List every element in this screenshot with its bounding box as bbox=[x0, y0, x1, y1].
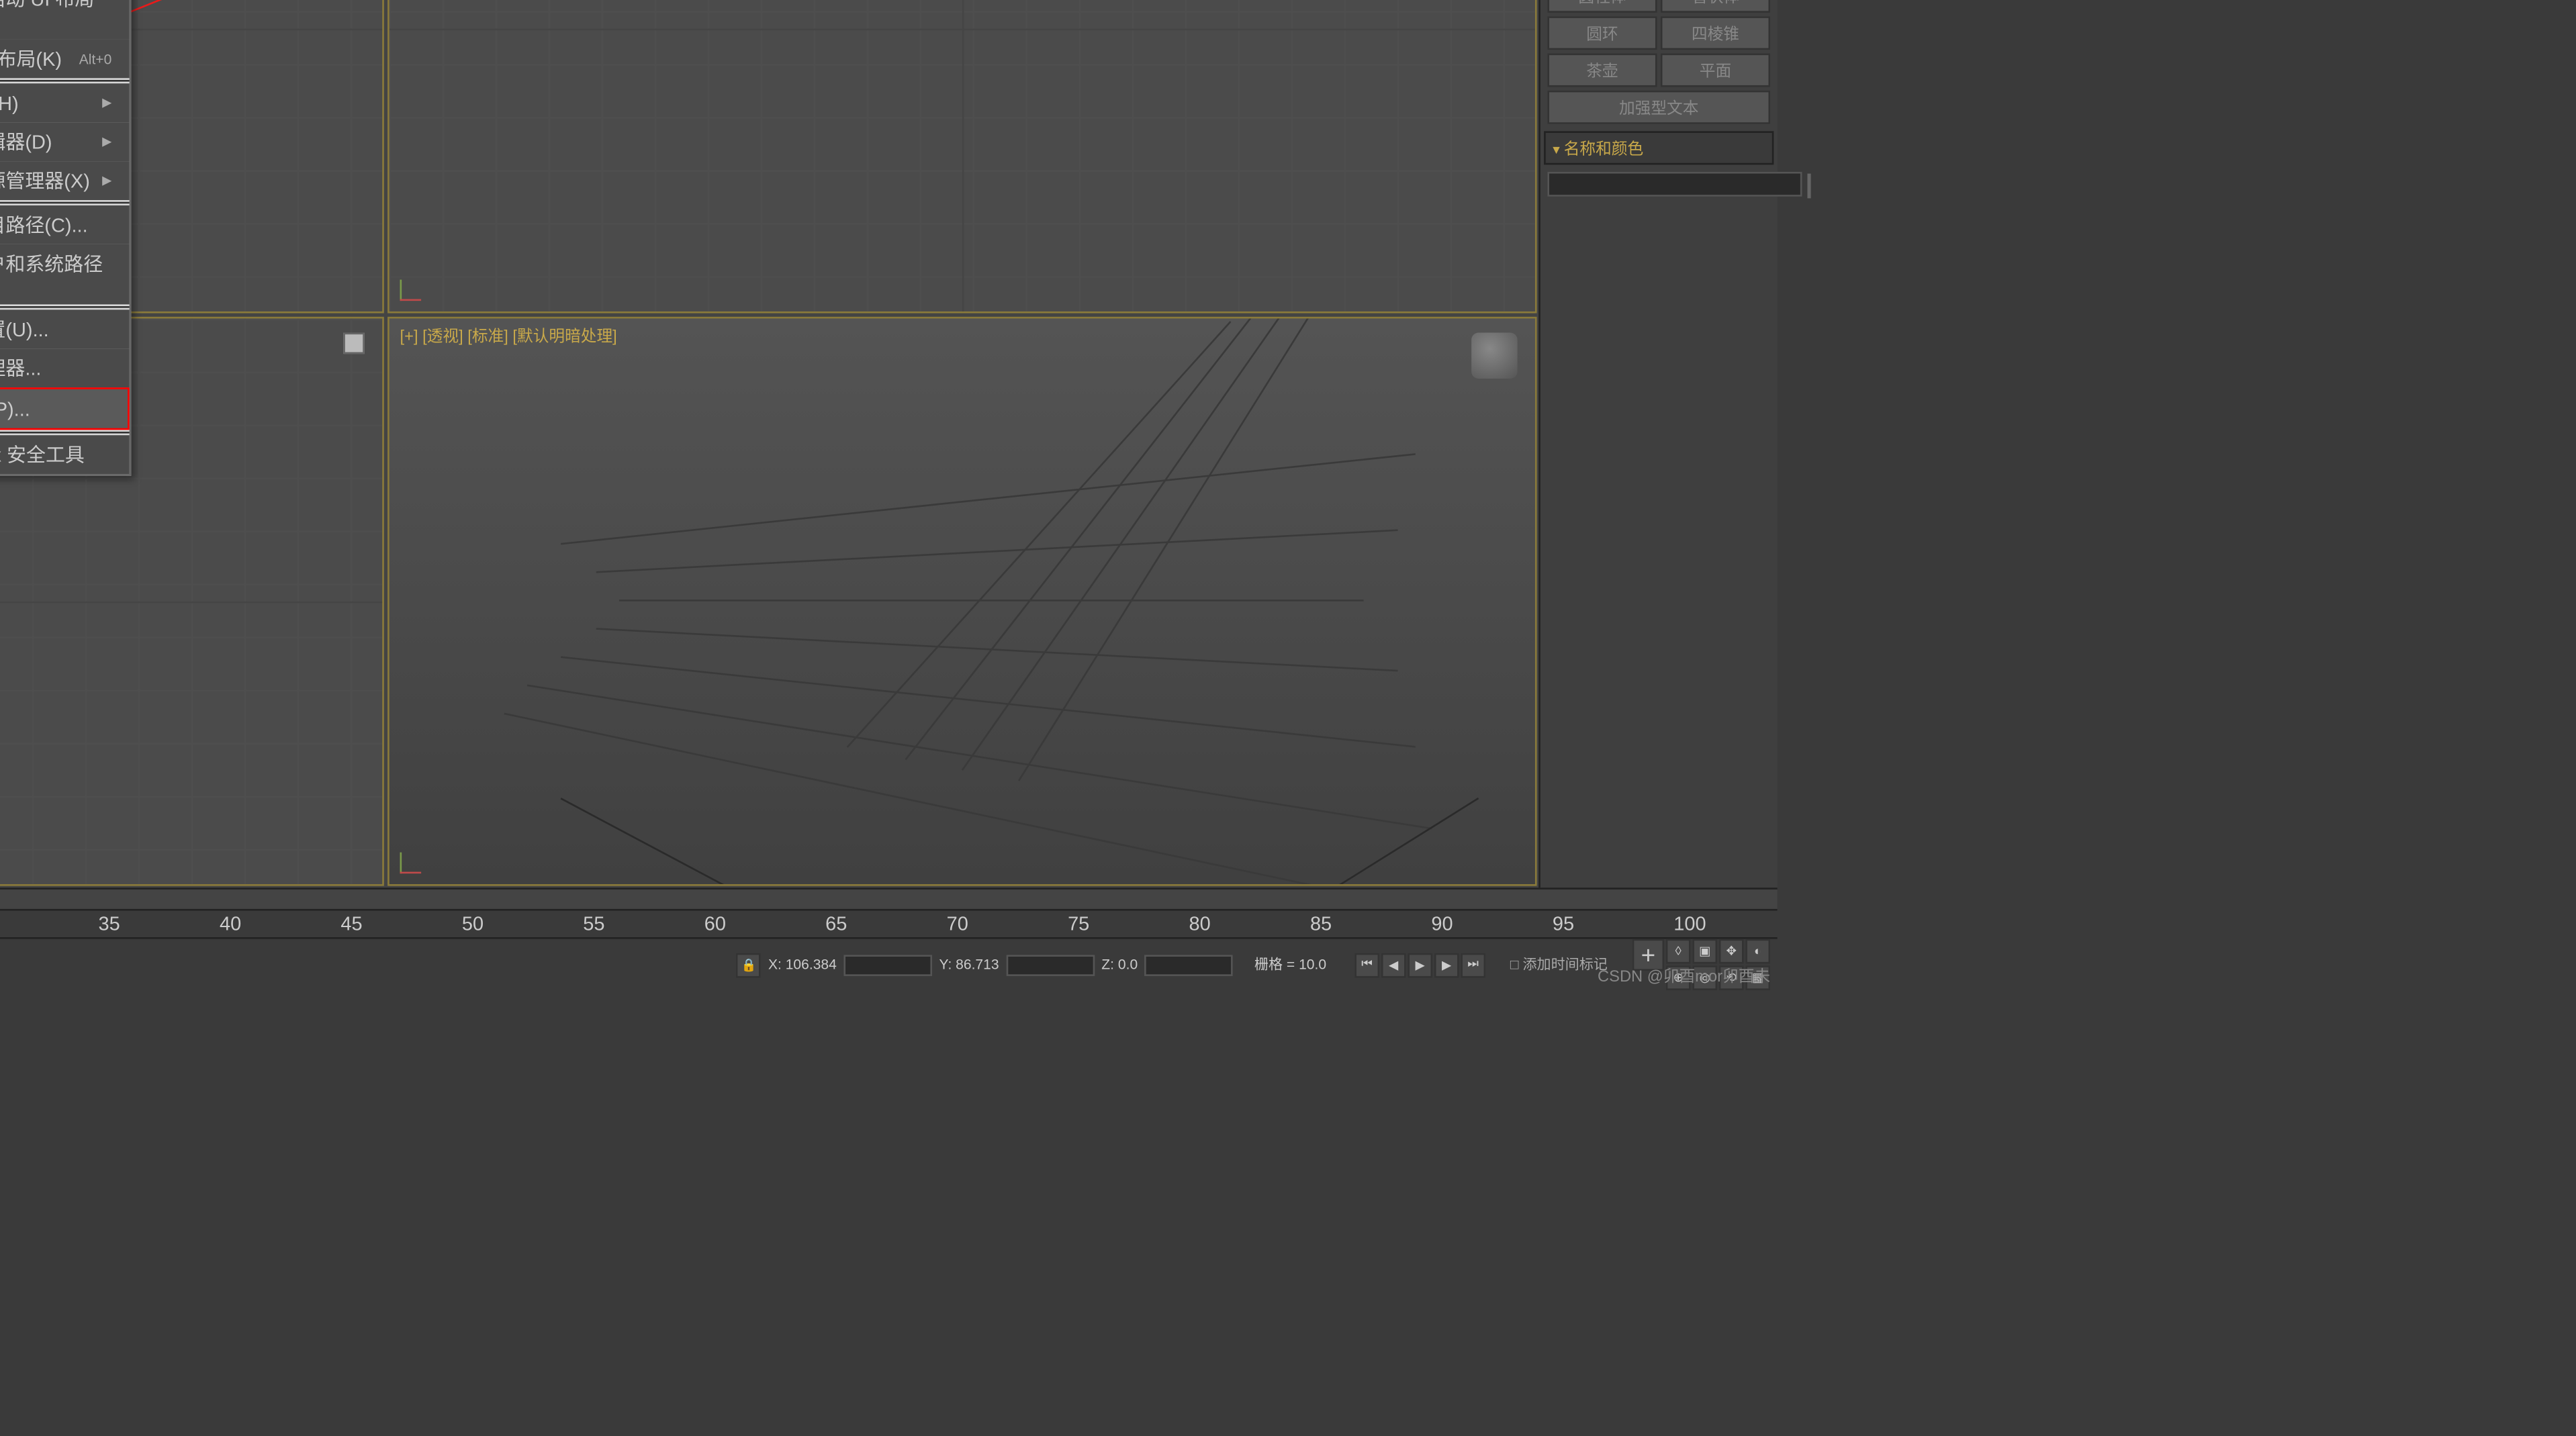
nav-btn[interactable]: ✥ bbox=[1719, 939, 1744, 964]
tick: 65 bbox=[825, 913, 847, 935]
menu-item[interactable]: 还原为启动 UI 布局(R) bbox=[0, 0, 130, 39]
menu-item-label: 锁定 UI 布局(K) bbox=[0, 44, 62, 73]
nav-btn[interactable]: ◐ bbox=[1745, 939, 1770, 964]
menu-item-label: 还原为启动 UI 布局(R) bbox=[0, 0, 111, 34]
viewport-front[interactable]: [+] [前] [标准] [线框] bbox=[387, 0, 1536, 314]
viewcube-icon[interactable] bbox=[343, 333, 365, 354]
y-field[interactable] bbox=[1006, 954, 1095, 975]
x-label: X: 106.384 bbox=[768, 957, 837, 973]
tick: 60 bbox=[704, 913, 726, 935]
menu-separator bbox=[0, 202, 130, 204]
axis-icon bbox=[400, 845, 428, 873]
object-type-button[interactable]: 圆柱体 bbox=[1547, 0, 1657, 13]
name-field[interactable] bbox=[1547, 172, 1802, 197]
shortcut: Alt+0 bbox=[79, 51, 112, 67]
menu-item[interactable]: 配置用户和系统路径(C)... bbox=[0, 244, 130, 305]
tick: 100 bbox=[1673, 913, 1706, 935]
tick: 50 bbox=[462, 913, 484, 935]
object-buttons: 长方体圆锥体球体几何球体圆柱体管状体圆环四棱锥茶壶平面加强型文本 bbox=[1544, 0, 1774, 128]
tick: 80 bbox=[1189, 913, 1211, 935]
time-ruler: 0510152025303540455055606570758085909510… bbox=[0, 911, 1778, 937]
menu-item-label: 单位设置(U)... bbox=[0, 315, 49, 343]
viewcube-icon[interactable] bbox=[1471, 333, 1517, 379]
viewport-label[interactable]: [+] [透视] [标准] [默认明暗处理] bbox=[400, 324, 617, 346]
nav-btn[interactable]: ◊ bbox=[1666, 939, 1691, 964]
object-type-button[interactable]: 圆环 bbox=[1547, 16, 1657, 50]
menu-item-label: 配置用户和系统路径(C)... bbox=[0, 250, 111, 299]
goto-start-button[interactable]: ⏮ bbox=[1354, 952, 1379, 977]
menu-item[interactable]: 3ds Max 安全工具 bbox=[0, 435, 130, 474]
z-field[interactable] bbox=[1145, 954, 1234, 975]
playback-controls: ⏮ ◀ ▶ ▶ ⏭ bbox=[1354, 952, 1485, 977]
menu-separator bbox=[0, 306, 130, 308]
menu-item[interactable]: 插件管理器... bbox=[0, 348, 130, 387]
nav-btn[interactable]: ▣ bbox=[1692, 939, 1717, 964]
menu-item[interactable]: 首选项(P)... bbox=[0, 387, 130, 430]
color-swatch[interactable] bbox=[1807, 174, 1810, 199]
object-type-button[interactable]: 管状体 bbox=[1661, 0, 1770, 13]
persp-grid bbox=[389, 318, 1535, 884]
menu-item[interactable]: 锁定 UI 布局(K) Alt+0 bbox=[0, 39, 130, 78]
grid-label: 栅格 = 10.0 bbox=[1254, 955, 1326, 974]
menu-item-label: 插件管理器... bbox=[0, 354, 41, 382]
goto-end-button[interactable]: ⏭ bbox=[1461, 952, 1485, 977]
timeline[interactable]: 0 / 100 05101520253035404550556065707580… bbox=[0, 888, 1778, 937]
menu-separator bbox=[0, 80, 130, 82]
object-type-button[interactable]: 加强型文本 bbox=[1547, 91, 1770, 124]
autokey-label[interactable]: □ 添加时间标记 bbox=[1510, 955, 1608, 974]
submenu-arrow-icon: ▶ bbox=[102, 174, 111, 188]
prev-frame-button[interactable]: ◀ bbox=[1381, 952, 1406, 977]
play-button[interactable]: ▶ bbox=[1408, 952, 1432, 977]
next-frame-button[interactable]: ▶ bbox=[1434, 952, 1459, 977]
tick: 85 bbox=[1310, 913, 1332, 935]
tick: 90 bbox=[1431, 913, 1453, 935]
y-label: Y: 86.713 bbox=[939, 957, 999, 973]
watermark: CSDN @卯酉mor卯酉未 bbox=[1598, 964, 1770, 987]
menu-item-label: 显示编辑器(D) bbox=[0, 128, 52, 156]
tick: 55 bbox=[583, 913, 604, 935]
submenu-arrow-icon: ▶ bbox=[102, 96, 111, 110]
z-label: Z: 0.0 bbox=[1101, 957, 1138, 973]
object-type-button[interactable]: 茶壶 bbox=[1547, 54, 1657, 87]
menu-item-label: 显示 UI(H) bbox=[0, 89, 19, 117]
menu-separator bbox=[0, 432, 130, 434]
menu-item-label: 显示资源管理器(X) bbox=[0, 166, 90, 195]
menu-item[interactable]: 显示 UI(H) ▶ bbox=[0, 83, 130, 122]
tick: 40 bbox=[220, 913, 241, 935]
customize-menu: 自定义 ✕ 自定义用户界面(C)...更多: 热键编辑集...加载自定义用户界面… bbox=[0, 0, 131, 476]
menu-item-label: 3ds Max 安全工具 bbox=[0, 440, 85, 469]
object-type-button[interactable]: 四棱锥 bbox=[1661, 16, 1770, 50]
rollout-header-namecolor[interactable]: 名称和颜色 bbox=[1544, 131, 1774, 164]
submenu-arrow-icon: ▶ bbox=[102, 135, 111, 149]
x-field[interactable] bbox=[843, 954, 932, 975]
viewports: [+] [顶] [标准] [线框] [+] [前] [标准] [线框] [+] … bbox=[0, 0, 1538, 888]
time-slider[interactable]: 0 / 100 bbox=[0, 890, 1778, 911]
command-panel: 标准基本体 对象类型 □ 自动栅格 长方体圆锥体球体几何球体圆柱体管状体圆环四棱… bbox=[1538, 0, 1777, 888]
tick: 95 bbox=[1553, 913, 1574, 935]
menu-item[interactable]: 显示编辑器(D) ▶ bbox=[0, 122, 130, 161]
menu-item-label: 配置项目路径(C)... bbox=[0, 211, 88, 239]
tick: 35 bbox=[99, 913, 120, 935]
tick: 45 bbox=[340, 913, 362, 935]
viewport-perspective[interactable]: [+] [透视] [标准] [默认明暗处理] bbox=[387, 317, 1536, 886]
menu-item-label: 首选项(P)... bbox=[0, 395, 30, 423]
menu-item[interactable]: 配置项目路径(C)... bbox=[0, 205, 130, 244]
menu-item[interactable]: 单位设置(U)... bbox=[0, 309, 130, 348]
object-type-button[interactable]: 平面 bbox=[1661, 54, 1770, 87]
status-bar: MAXScript 迷... 未选定任何对象 单击或单击并拖动以选择对象 🔒 X… bbox=[0, 937, 1778, 990]
grid bbox=[389, 0, 1535, 312]
lock-icon[interactable]: 🔒 bbox=[737, 952, 762, 977]
tick: 70 bbox=[947, 913, 968, 935]
axis-icon bbox=[400, 273, 428, 301]
menu-item[interactable]: 显示资源管理器(X) ▶ bbox=[0, 161, 130, 200]
tick: 75 bbox=[1068, 913, 1089, 935]
